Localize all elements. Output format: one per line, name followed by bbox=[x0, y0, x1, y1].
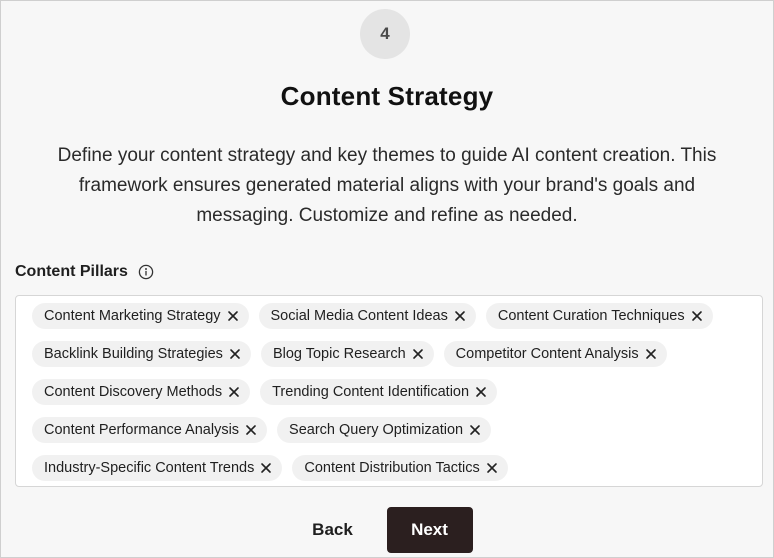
content-pillar-label: Content Performance Analysis bbox=[44, 422, 240, 438]
next-button[interactable]: Next bbox=[386, 507, 473, 553]
close-icon[interactable] bbox=[454, 310, 466, 322]
content-pillar-label: Industry-Specific Content Trends bbox=[44, 460, 255, 476]
page-description: Define your content strategy and key the… bbox=[57, 145, 717, 226]
close-icon[interactable] bbox=[691, 310, 703, 322]
content-pillar-tag: Content Performance Analysis bbox=[32, 417, 268, 443]
close-icon[interactable] bbox=[475, 386, 487, 398]
content-pillar-label: Trending Content Identification bbox=[272, 384, 470, 400]
content-pillar-tag: Content Curation Techniques bbox=[485, 303, 713, 329]
content-pillar-label: Content Marketing Strategy bbox=[44, 308, 221, 324]
content-pillars-label-text: Content Pillars bbox=[15, 263, 128, 280]
close-icon[interactable] bbox=[412, 348, 424, 360]
close-icon[interactable] bbox=[469, 424, 481, 436]
content-pillar-tag: Trending Content Identification bbox=[260, 379, 498, 405]
content-pillar-tag: Social Media Content Ideas bbox=[258, 303, 476, 329]
close-icon[interactable] bbox=[260, 462, 272, 474]
content-pillar-label: Social Media Content Ideas bbox=[270, 308, 448, 324]
content-pillar-tag: Search Query Optimization bbox=[277, 417, 492, 443]
content-pillar-label: Content Discovery Methods bbox=[44, 384, 223, 400]
pill-row: Industry-Specific Content Trends Content… bbox=[32, 455, 750, 481]
step-number: 4 bbox=[380, 24, 390, 43]
close-icon[interactable] bbox=[486, 462, 498, 474]
content-pillar-tag: Industry-Specific Content Trends bbox=[32, 455, 283, 481]
content-pillar-label: Backlink Building Strategies bbox=[44, 346, 223, 362]
close-icon[interactable] bbox=[228, 386, 240, 398]
close-icon[interactable] bbox=[245, 424, 257, 436]
content-pillar-label: Blog Topic Research bbox=[272, 346, 406, 362]
content-pillars-input[interactable]: Content Marketing Strategy Social Media … bbox=[15, 295, 763, 487]
content-pillar-label: Search Query Optimization bbox=[289, 422, 464, 438]
page-title: Content Strategy bbox=[280, 81, 494, 111]
content-pillar-tag: Content Distribution Tactics bbox=[292, 455, 508, 481]
content-pillar-tag: Content Discovery Methods bbox=[32, 379, 251, 405]
content-pillar-tag: Blog Topic Research bbox=[260, 341, 434, 367]
back-button[interactable]: Back bbox=[297, 507, 369, 553]
content-pillar-label: Content Distribution Tactics bbox=[304, 460, 480, 476]
content-pillar-tag: Competitor Content Analysis bbox=[443, 341, 667, 367]
content-pillar-tag: Backlink Building Strategies bbox=[32, 341, 251, 367]
close-icon[interactable] bbox=[227, 310, 239, 322]
onboarding-step-panel: 4 Content Strategy Define your content s… bbox=[0, 0, 774, 558]
pill-row: Content Marketing Strategy Social Media … bbox=[32, 303, 750, 329]
content-pillar-tag: Content Marketing Strategy bbox=[32, 303, 249, 329]
close-icon[interactable] bbox=[229, 348, 241, 360]
pill-row: Backlink Building Strategies Blog Topic … bbox=[32, 341, 750, 367]
content-pillar-label: Competitor Content Analysis bbox=[455, 346, 639, 362]
step-number-badge: 4 bbox=[360, 9, 410, 59]
pill-row: Content Discovery Methods Trending Conte… bbox=[32, 379, 750, 405]
pill-row: Content Performance Analysis Search Quer… bbox=[32, 417, 750, 443]
step-actions: Back Next bbox=[1, 507, 773, 553]
info-icon[interactable] bbox=[138, 264, 154, 280]
content-pillars-label: Content Pillars bbox=[15, 263, 154, 281]
close-icon[interactable] bbox=[645, 348, 657, 360]
content-pillar-label: Content Curation Techniques bbox=[497, 308, 685, 324]
